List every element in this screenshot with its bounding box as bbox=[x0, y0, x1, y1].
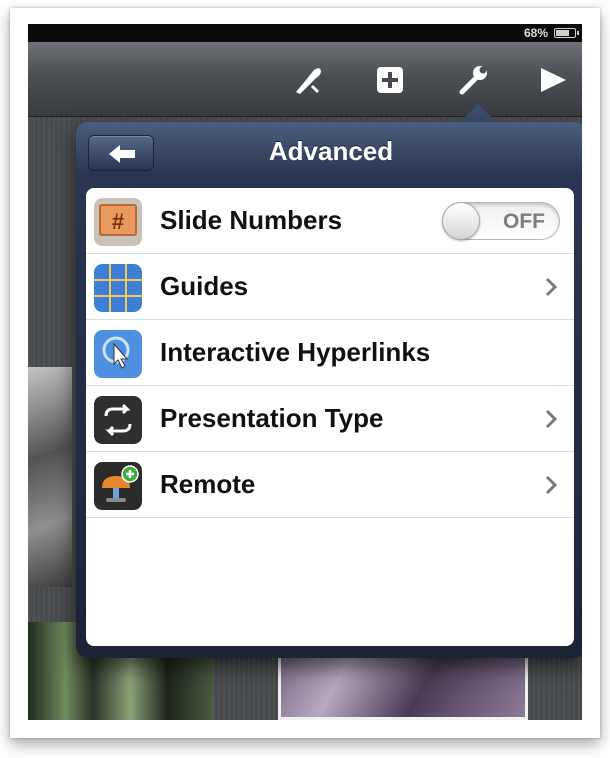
chevron-right-icon bbox=[544, 474, 558, 496]
list-item-presentation-type[interactable]: Presentation Type bbox=[86, 386, 574, 452]
toolbar bbox=[28, 42, 582, 117]
list-item-label: Remote bbox=[160, 469, 256, 499]
ipad-screen: 68% Advanced # Slide Numbers OFF Guides … bbox=[28, 24, 582, 720]
toggle-knob bbox=[442, 202, 480, 240]
popover-arrow bbox=[458, 104, 498, 124]
status-bar: 68% bbox=[28, 24, 582, 42]
list-item-interactive-hyperlinks[interactable]: Interactive Hyperlinks bbox=[86, 320, 574, 386]
list-item-label: Guides bbox=[160, 271, 249, 301]
battery-percentage: 68% bbox=[523, 26, 548, 40]
list-item-label: Slide Numbers bbox=[160, 205, 343, 235]
slide-numbers-toggle[interactable]: OFF bbox=[442, 202, 560, 240]
hyperlinks-icon bbox=[94, 330, 142, 378]
battery-icon bbox=[554, 28, 579, 38]
svg-text:#: # bbox=[112, 209, 124, 234]
add-icon[interactable] bbox=[372, 62, 408, 98]
list-item-guides[interactable]: Guides bbox=[86, 254, 574, 320]
wrench-icon[interactable] bbox=[456, 62, 492, 98]
list-item-label: Interactive Hyperlinks bbox=[160, 337, 431, 367]
slide-thumbnail[interactable] bbox=[28, 367, 72, 587]
chevron-right-icon bbox=[544, 408, 558, 430]
slide-numbers-icon: # bbox=[94, 198, 142, 246]
popover-title: Advanced bbox=[268, 136, 394, 166]
paintbrush-icon[interactable] bbox=[290, 62, 326, 98]
list-item-remote[interactable]: Remote bbox=[86, 452, 574, 518]
settings-list: # Slide Numbers OFF Guides Interactive H… bbox=[86, 188, 574, 646]
screenshot-frame: 68% Advanced # Slide Numbers OFF Guides … bbox=[10, 8, 600, 738]
toggle-state-text: OFF bbox=[503, 210, 545, 233]
remote-icon bbox=[94, 462, 142, 510]
chevron-right-icon bbox=[544, 276, 558, 298]
list-item-slide-numbers[interactable]: # Slide Numbers OFF bbox=[86, 188, 574, 254]
presentation-type-icon bbox=[94, 396, 142, 444]
guides-icon bbox=[94, 264, 142, 312]
advanced-popover: Advanced # Slide Numbers OFF Guides Inte… bbox=[76, 122, 582, 658]
list-item-label: Presentation Type bbox=[160, 403, 384, 433]
play-icon[interactable] bbox=[534, 62, 570, 98]
